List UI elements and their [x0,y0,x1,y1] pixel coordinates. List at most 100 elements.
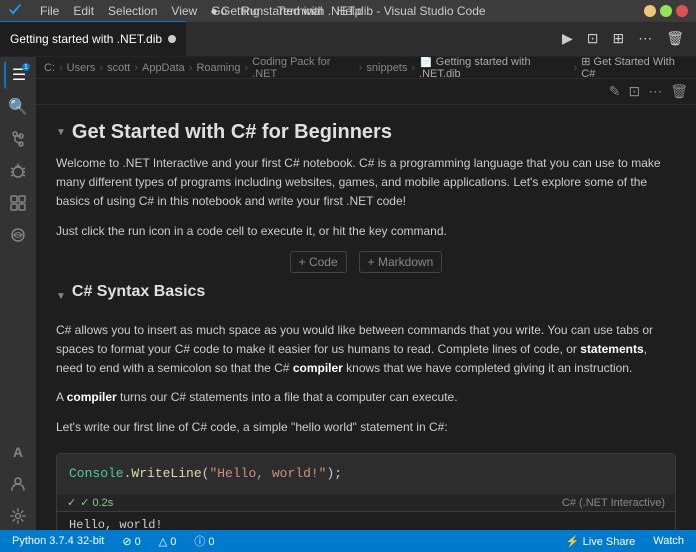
warnings-label: △ 0 [159,535,177,548]
notebook-toolbar: ✎ ⊡ ⋯ 🗑 [36,79,696,105]
cell-language: C# (.NET Interactive) [562,497,665,509]
notebook-content[interactable]: ▼ Get Started with C# for Beginners Welc… [36,105,696,530]
cell-status: ✓ ✓ 0.2s C# (.NET Interactive) [57,494,675,511]
section-1-header: ▼ Get Started with C# for Beginners [56,121,676,144]
status-errors[interactable]: ⊘ 0 [118,530,144,552]
activity-explorer[interactable]: ☰ 1 [4,61,32,89]
status-info[interactable]: ⓘ 0 [190,530,218,552]
menu-selection[interactable]: Selection [102,2,163,20]
activity-bar: ☰ 1 🔍 [0,57,36,530]
cell-output: Hello, world! [57,511,675,530]
menu-edit[interactable]: Edit [67,2,100,20]
vscode-logo-icon [8,3,24,19]
search-icon: 🔍 [8,97,28,117]
section-1-title: Get Started with C# for Beginners [72,121,392,144]
breadcrumb-scott: scott [107,62,130,74]
section-2-para-2: A compiler turns our C# statements into … [56,388,676,407]
activity-git[interactable] [4,125,32,153]
maximize-button[interactable] [660,5,672,17]
section-2: ▼ C# Syntax Basics C# allows you to inse… [56,283,676,437]
notebook-run-controls: ▶ ⊡ ⊞ ⋯ 🗑 [558,21,696,56]
activity-font-a[interactable]: A [4,438,32,466]
errors-label: ⊘ 0 [122,535,140,548]
active-tab[interactable]: Getting started with .NET.dib [0,21,186,56]
kernel-button[interactable]: ⊞ [608,28,628,49]
section-1-para-1: Welcome to .NET Interactive and your fir… [56,154,676,212]
content-wrapper: C: › Users › scott › AppData › Roaming ›… [36,57,696,530]
activity-extensions[interactable] [4,189,32,217]
activity-account[interactable] [4,470,32,498]
status-right: ⚡ Live Share Watch [562,530,688,552]
python-label: Python 3.7.4 32-bit [12,535,104,547]
check-icon: ✓ [67,496,76,509]
breadcrumb-section: ⊞ Get Started With C# [581,57,688,80]
breadcrumb-c: C: [44,62,55,74]
section-2-para-1: C# allows you to insert as much space as… [56,321,676,379]
tab-label: Getting started with .NET.dib [10,32,162,46]
close-button[interactable] [676,5,688,17]
section-1: ▼ Get Started with C# for Beginners Welc… [56,121,676,241]
add-cell-bar: + Code + Markdown [56,251,676,273]
breadcrumb-file: 📄 Getting started with .NET.dib [419,57,570,80]
status-watch[interactable]: Watch [649,530,688,552]
status-bar: Python 3.7.4 32-bit ⊘ 0 △ 0 ⓘ 0 ⚡ Live S… [0,530,696,552]
info-label: ⓘ 0 [194,533,214,549]
window-controls [644,5,688,17]
extensions-icon [10,195,26,211]
breadcrumb-roaming: Roaming [196,62,240,74]
delete-button[interactable]: 🗑 [662,28,688,49]
status-python[interactable]: Python 3.7.4 32-bit [8,530,108,552]
code-line: Console.WriteLine("Hello, world!"); [69,464,663,485]
split-button[interactable]: ⊡ [626,81,642,102]
status-live-share[interactable]: ⚡ Live Share [562,530,639,552]
window-title: ● Getting started with .NET.dib - Visual… [210,4,485,18]
code-semicolon: ; [334,466,342,481]
account-icon [10,476,26,492]
title-bar: File Edit Selection View Go Run Terminal… [0,0,696,22]
more-button[interactable]: ⋯ [646,81,664,102]
activity-remote[interactable] [4,221,32,249]
code-cell-content: Console.WriteLine("Hello, world!"); [57,454,675,495]
run-all-button[interactable]: ▶ [558,28,577,49]
section-2-title: C# Syntax Basics [72,283,205,301]
code-cell[interactable]: Console.WriteLine("Hello, world!"); ✓ ✓ … [56,453,676,530]
tab-modified-dot [168,35,176,43]
minimize-button[interactable] [644,5,656,17]
more-actions-button[interactable]: ⋯ [634,28,656,49]
code-string: "Hello, world!" [209,466,326,481]
menu-file[interactable]: File [34,2,65,20]
activity-settings[interactable] [4,502,32,530]
code-method: WriteLine [131,466,201,481]
breadcrumb-users: Users [67,62,96,74]
breadcrumb-snippets: snippets [366,62,407,74]
main-layout: ☰ 1 🔍 [0,57,696,530]
breadcrumb-coding-pack: Coding Pack for .NET [252,57,355,80]
remote-icon [10,227,26,243]
trash-button[interactable]: 🗑 [668,81,690,102]
git-icon [10,131,26,147]
activity-debug[interactable] [4,157,32,185]
live-share-label: ⚡ Live Share [566,535,635,548]
debug-icon [10,163,26,179]
breadcrumb: C: › Users › scott › AppData › Roaming ›… [36,57,696,79]
font-a-icon: A [13,444,23,460]
edit-button[interactable]: ✎ [607,81,623,102]
section-2-para-3: Let's write our first line of C# code, a… [56,418,676,437]
add-code-button[interactable]: + Code [290,251,347,273]
notification-badge: 1 [22,63,30,71]
gear-icon [10,508,26,524]
activity-search[interactable]: 🔍 [4,93,32,121]
tab-bar: Getting started with .NET.dib ▶ ⊡ ⊞ ⋯ 🗑 [0,22,696,57]
collapse-arrow-2[interactable]: ▼ [56,291,66,302]
status-left: Python 3.7.4 32-bit ⊘ 0 △ 0 ⓘ 0 [8,530,219,552]
execution-time: ✓ 0.2s [80,496,113,509]
watch-label: Watch [653,535,684,547]
add-markdown-button[interactable]: + Markdown [359,251,443,273]
collapse-arrow-1[interactable]: ▼ [56,127,66,138]
breadcrumb-appdata: AppData [142,62,185,74]
status-warnings[interactable]: △ 0 [155,530,181,552]
menu-view[interactable]: View [165,2,203,20]
section-2-header: ▼ C# Syntax Basics [56,283,676,311]
section-1-para-2: Just click the run icon in a code cell t… [56,222,676,241]
clear-button[interactable]: ⊡ [583,28,603,49]
